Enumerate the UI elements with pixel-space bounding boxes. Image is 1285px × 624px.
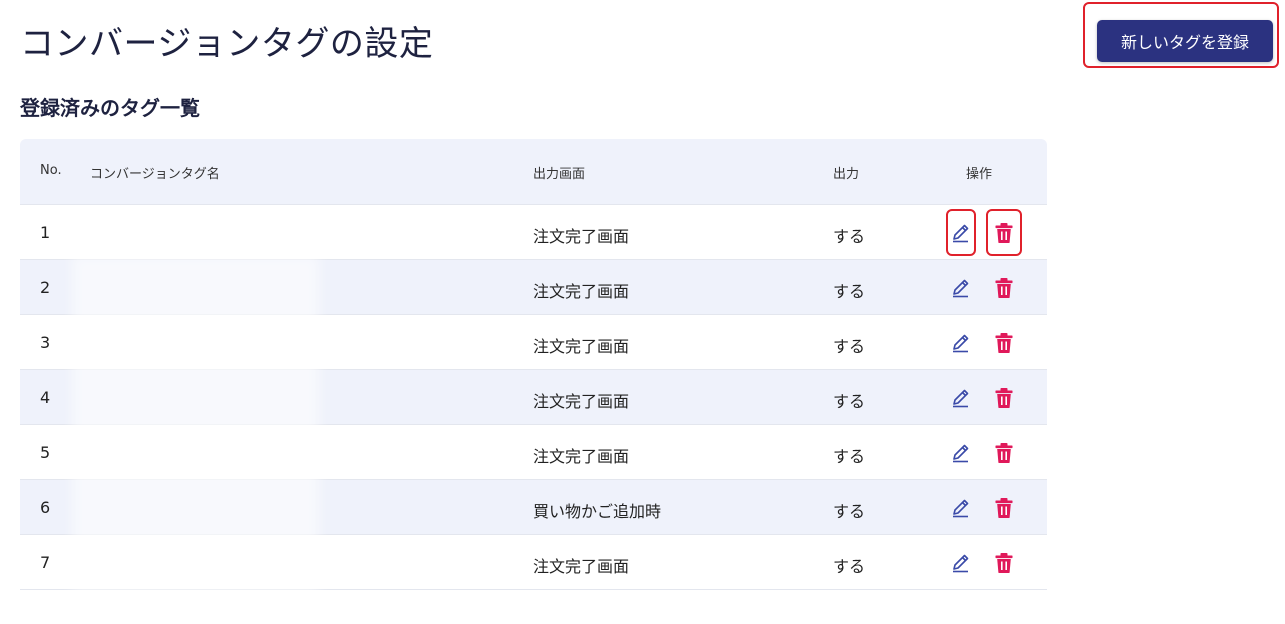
row-actions [946, 315, 1026, 370]
row-number: 7 [40, 553, 51, 572]
output-screen: 注文完了画面 [533, 557, 630, 576]
output-screen: 注文完了画面 [533, 392, 630, 411]
page-title: コンバージョンタグの設定 [20, 24, 434, 64]
delete-button[interactable] [986, 264, 1022, 311]
row-number: 5 [40, 443, 51, 462]
delete-button[interactable] [986, 539, 1022, 586]
delete-button[interactable] [986, 319, 1022, 366]
delete-button[interactable] [986, 209, 1022, 256]
table-row: 7 注文完了画面 する [20, 535, 1047, 590]
table-row: 2 注文完了画面 する [20, 260, 1047, 315]
trash-icon [994, 277, 1014, 299]
column-header-no: No. [40, 163, 62, 178]
output-flag: する [833, 557, 866, 576]
register-button-highlight: 新しいタグを登録 [1083, 2, 1279, 68]
output-flag: する [833, 502, 866, 521]
table-body: 1 注文完了画面 する 2 注文完了画面 する 3 注文完了画面 する 4 注文完了画面 する 5 注文完… [20, 205, 1047, 590]
output-flag: する [833, 282, 866, 301]
trash-icon [994, 332, 1014, 354]
row-actions [946, 425, 1026, 480]
column-header-name: コンバージョンタグ名 [90, 167, 220, 182]
row-actions [946, 535, 1026, 590]
pencil-icon [950, 387, 972, 409]
edit-button[interactable] [946, 429, 976, 476]
delete-button[interactable] [986, 374, 1022, 421]
edit-button[interactable] [946, 209, 976, 256]
edit-button[interactable] [946, 264, 976, 311]
pencil-icon [950, 222, 972, 244]
output-flag: する [833, 392, 866, 411]
row-number: 6 [40, 498, 51, 517]
row-actions [946, 370, 1026, 425]
output-screen: 注文完了画面 [533, 282, 630, 301]
edit-button[interactable] [946, 484, 976, 531]
row-number: 2 [40, 278, 51, 297]
edit-button[interactable] [946, 319, 976, 366]
output-screen: 注文完了画面 [533, 337, 630, 356]
tag-table: No. コンバージョンタグ名 出力画面 出力 操作 1 注文完了画面 する 2 注文完了… [20, 139, 1047, 590]
register-tag-button[interactable]: 新しいタグを登録 [1097, 20, 1273, 62]
section-title: 登録済みのタグ一覧 [20, 96, 200, 120]
column-header-screen: 出力画面 [533, 167, 586, 182]
output-flag: する [833, 227, 866, 246]
trash-icon [994, 442, 1014, 464]
output-screen: 注文完了画面 [533, 227, 630, 246]
column-header-output: 出力 [833, 167, 860, 182]
trash-icon [994, 497, 1014, 519]
output-flag: する [833, 337, 866, 356]
table-header: No. コンバージョンタグ名 出力画面 出力 操作 [20, 139, 1047, 205]
row-actions [946, 260, 1026, 315]
output-screen: 買い物かご追加時 [533, 502, 662, 521]
pencil-icon [950, 442, 972, 464]
trash-icon [994, 222, 1014, 244]
pencil-icon [950, 332, 972, 354]
table-row: 5 注文完了画面 する [20, 425, 1047, 480]
table-row: 1 注文完了画面 する [20, 205, 1047, 260]
output-flag: する [833, 447, 866, 466]
column-header-actions: 操作 [966, 167, 993, 182]
row-actions [946, 205, 1026, 260]
delete-button[interactable] [986, 429, 1022, 476]
row-actions [946, 480, 1026, 535]
row-number: 3 [40, 333, 51, 352]
table-row: 3 注文完了画面 する [20, 315, 1047, 370]
pencil-icon [950, 277, 972, 299]
row-number: 4 [40, 388, 51, 407]
pencil-icon [950, 552, 972, 574]
row-number: 1 [40, 223, 51, 242]
trash-icon [994, 387, 1014, 409]
pencil-icon [950, 497, 972, 519]
trash-icon [994, 552, 1014, 574]
table-row: 4 注文完了画面 する [20, 370, 1047, 425]
edit-button[interactable] [946, 374, 976, 421]
table-row: 6 買い物かご追加時 する [20, 480, 1047, 535]
output-screen: 注文完了画面 [533, 447, 630, 466]
delete-button[interactable] [986, 484, 1022, 531]
edit-button[interactable] [946, 539, 976, 586]
